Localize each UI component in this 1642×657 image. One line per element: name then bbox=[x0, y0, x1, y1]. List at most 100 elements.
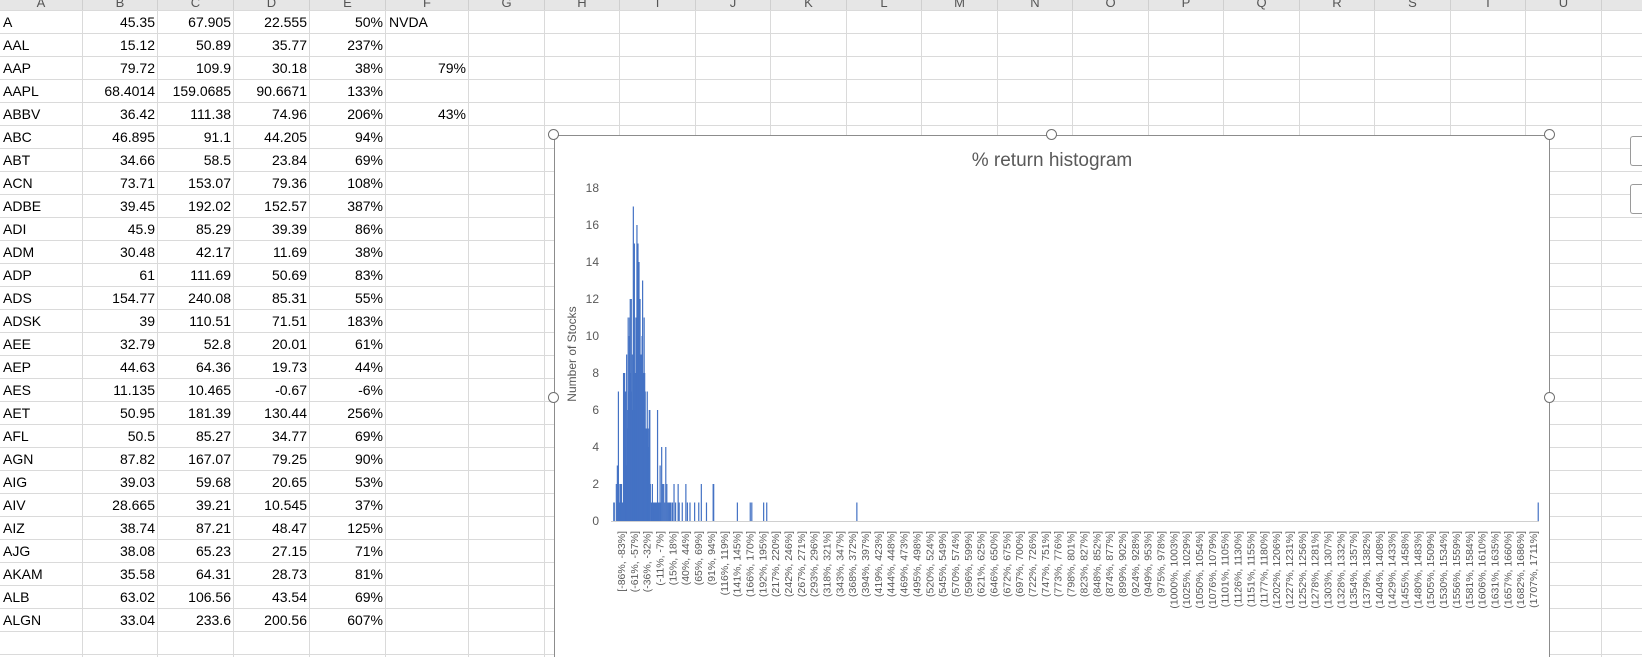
cell-a6[interactable]: ABC bbox=[0, 126, 83, 149]
cell-c13[interactable]: 240.08 bbox=[158, 287, 234, 310]
cell-e13[interactable]: 55% bbox=[310, 287, 386, 310]
cell-e10[interactable]: 86% bbox=[310, 218, 386, 241]
column-header-U[interactable]: U bbox=[1526, 0, 1602, 10]
cell-e25[interactable]: 81% bbox=[310, 563, 386, 586]
column-header-I[interactable]: I bbox=[620, 0, 696, 10]
column-header-G[interactable]: G bbox=[469, 0, 545, 10]
spreadsheet-grid[interactable]: ABCDEFGHIJKLMNOPQRSTU A 45.35 67.905 22.555… bbox=[0, 0, 1642, 657]
cell-b14[interactable]: 39 bbox=[83, 310, 158, 333]
cell-d4[interactable]: 90.6671 bbox=[234, 80, 310, 103]
cell-f5[interactable]: 43% bbox=[386, 103, 469, 126]
cell-e27[interactable]: 607% bbox=[310, 609, 386, 632]
cell-a23[interactable]: AIZ bbox=[0, 517, 83, 540]
cell-e4[interactable]: 133% bbox=[310, 80, 386, 103]
cell-c27[interactable]: 233.6 bbox=[158, 609, 234, 632]
cell-a4[interactable]: AAPL bbox=[0, 80, 83, 103]
column-header-D[interactable]: D bbox=[234, 0, 310, 10]
cell-b17[interactable]: 11.135 bbox=[83, 379, 158, 402]
cell-e8[interactable]: 108% bbox=[310, 172, 386, 195]
cell-d17[interactable]: -0.67 bbox=[234, 379, 310, 402]
cell-d13[interactable]: 85.31 bbox=[234, 287, 310, 310]
resize-handle-top-left[interactable] bbox=[548, 129, 559, 140]
column-header-H[interactable]: H bbox=[545, 0, 620, 10]
cell-a27[interactable]: ALGN bbox=[0, 609, 83, 632]
column-header-B[interactable]: B bbox=[83, 0, 158, 10]
column-header-M[interactable]: M bbox=[922, 0, 998, 10]
cell-d5[interactable]: 74.96 bbox=[234, 103, 310, 126]
cell-b5[interactable]: 36.42 bbox=[83, 103, 158, 126]
cell-a17[interactable]: AES bbox=[0, 379, 83, 402]
cell-c7[interactable]: 58.5 bbox=[158, 149, 234, 172]
cell-b9[interactable]: 39.45 bbox=[83, 195, 158, 218]
cell-b23[interactable]: 38.74 bbox=[83, 517, 158, 540]
cell-a14[interactable]: ADSK bbox=[0, 310, 83, 333]
cell-b18[interactable]: 50.95 bbox=[83, 402, 158, 425]
cell-e7[interactable]: 69% bbox=[310, 149, 386, 172]
column-header-L[interactable]: L bbox=[847, 0, 922, 10]
cell-d9[interactable]: 152.57 bbox=[234, 195, 310, 218]
cell-e26[interactable]: 69% bbox=[310, 586, 386, 609]
cell-b6[interactable]: 46.895 bbox=[83, 126, 158, 149]
cell-e2[interactable]: 237% bbox=[310, 34, 386, 57]
cell-a20[interactable]: AGN bbox=[0, 448, 83, 471]
column-header-E[interactable]: E bbox=[310, 0, 386, 10]
cell-a15[interactable]: AEE bbox=[0, 333, 83, 356]
cell-c3[interactable]: 109.9 bbox=[158, 57, 234, 80]
cell-c16[interactable]: 64.36 bbox=[158, 356, 234, 379]
cell-b4[interactable]: 68.4014 bbox=[83, 80, 158, 103]
cell-a3[interactable]: AAP bbox=[0, 57, 83, 80]
cell-c4[interactable]: 159.0685 bbox=[158, 80, 234, 103]
cell-a18[interactable]: AET bbox=[0, 402, 83, 425]
cell-e6[interactable]: 94% bbox=[310, 126, 386, 149]
column-header-R[interactable]: R bbox=[1300, 0, 1375, 10]
cell-d15[interactable]: 20.01 bbox=[234, 333, 310, 356]
cell-c14[interactable]: 110.51 bbox=[158, 310, 234, 333]
cell-e20[interactable]: 90% bbox=[310, 448, 386, 471]
column-header-O[interactable]: O bbox=[1073, 0, 1149, 10]
cell-b10[interactable]: 45.9 bbox=[83, 218, 158, 241]
cell-e5[interactable]: 206% bbox=[310, 103, 386, 126]
cell-e24[interactable]: 71% bbox=[310, 540, 386, 563]
cell-c1[interactable]: 67.905 bbox=[158, 11, 234, 34]
cell-c6[interactable]: 91.1 bbox=[158, 126, 234, 149]
cell-d16[interactable]: 19.73 bbox=[234, 356, 310, 379]
cell-e3[interactable]: 38% bbox=[310, 57, 386, 80]
cell-a7[interactable]: ABT bbox=[0, 149, 83, 172]
cell-b16[interactable]: 44.63 bbox=[83, 356, 158, 379]
cell-b13[interactable]: 154.77 bbox=[83, 287, 158, 310]
cell-d2[interactable]: 35.77 bbox=[234, 34, 310, 57]
cell-c18[interactable]: 181.39 bbox=[158, 402, 234, 425]
column-header-K[interactable]: K bbox=[771, 0, 847, 10]
cell-e16[interactable]: 44% bbox=[310, 356, 386, 379]
cell-a16[interactable]: AEP bbox=[0, 356, 83, 379]
cell-b2[interactable]: 15.12 bbox=[83, 34, 158, 57]
cell-c10[interactable]: 85.29 bbox=[158, 218, 234, 241]
cell-e1[interactable]: 50% bbox=[310, 11, 386, 34]
resize-handle-top-center[interactable] bbox=[1046, 129, 1057, 140]
cell-d25[interactable]: 28.73 bbox=[234, 563, 310, 586]
cell-b22[interactable]: 28.665 bbox=[83, 494, 158, 517]
cell-d20[interactable]: 79.25 bbox=[234, 448, 310, 471]
cell-b26[interactable]: 63.02 bbox=[83, 586, 158, 609]
cell-c25[interactable]: 64.31 bbox=[158, 563, 234, 586]
cell-d22[interactable]: 10.545 bbox=[234, 494, 310, 517]
resize-handle-top-right[interactable] bbox=[1544, 129, 1555, 140]
cell-a19[interactable]: AFL bbox=[0, 425, 83, 448]
cell-e19[interactable]: 69% bbox=[310, 425, 386, 448]
cell-c15[interactable]: 52.8 bbox=[158, 333, 234, 356]
cell-b1[interactable]: 45.35 bbox=[83, 11, 158, 34]
column-header-S[interactable]: S bbox=[1375, 0, 1451, 10]
cell-a25[interactable]: AKAM bbox=[0, 563, 83, 586]
cell-b11[interactable]: 30.48 bbox=[83, 241, 158, 264]
column-header-A[interactable]: A bbox=[0, 0, 83, 10]
cell-e14[interactable]: 183% bbox=[310, 310, 386, 333]
cell-d6[interactable]: 44.205 bbox=[234, 126, 310, 149]
column-header-J[interactable]: J bbox=[696, 0, 771, 10]
column-header-C[interactable]: C bbox=[158, 0, 234, 10]
column-header-N[interactable]: N bbox=[998, 0, 1073, 10]
cell-b20[interactable]: 87.82 bbox=[83, 448, 158, 471]
cell-c22[interactable]: 39.21 bbox=[158, 494, 234, 517]
cell-b3[interactable]: 79.72 bbox=[83, 57, 158, 80]
cell-c24[interactable]: 65.23 bbox=[158, 540, 234, 563]
cell-b24[interactable]: 38.08 bbox=[83, 540, 158, 563]
